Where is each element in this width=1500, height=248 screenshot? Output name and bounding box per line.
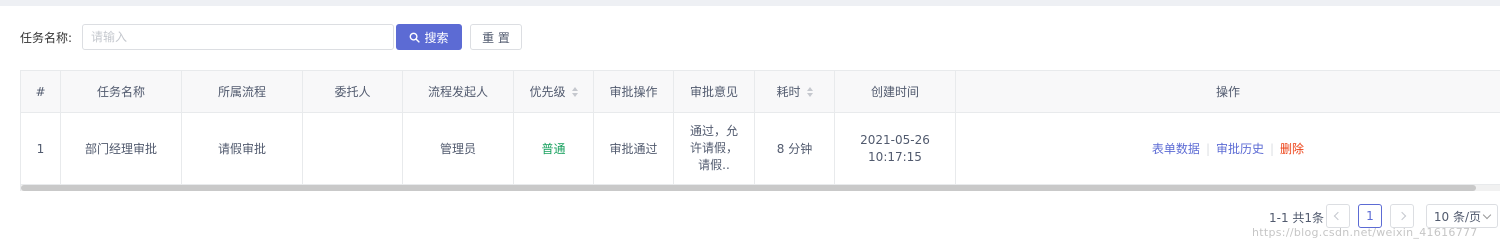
chevron-right-icon (1397, 211, 1407, 221)
search-icon (410, 32, 421, 43)
column-header-process: 所属流程 (182, 71, 303, 113)
cell-priority: 普通 (514, 113, 594, 185)
approval-history-link[interactable]: 审批历史 (1216, 140, 1264, 157)
horizontal-scrollbar[interactable] (21, 185, 1500, 191)
cell-initiator: 管理员 (403, 113, 514, 185)
column-header-actions: 操作 (956, 71, 1500, 113)
column-header-created-time: 创建时间 (835, 71, 956, 113)
action-divider: | (1270, 141, 1275, 156)
column-header-index: # (21, 71, 61, 113)
column-header-task-name: 任务名称 (61, 71, 182, 113)
prev-page-button[interactable] (1326, 204, 1350, 228)
chevron-down-icon (1482, 210, 1492, 219)
task-name-search-input[interactable] (82, 24, 394, 50)
task-table: # 任务名称 所属流程 委托人 流程发起人 优先级 审批操作 审批意见 耗时 创… (20, 70, 1500, 191)
cell-process: 请假审批 (182, 113, 303, 185)
search-bar: 任务名称: 搜索 重 置 (20, 24, 522, 50)
cell-actions: 表单数据 | 审批历史 | 删除 (956, 113, 1500, 185)
watermark: https://blog.csdn.net/weixin_41616777 (1252, 226, 1478, 239)
priority-badge: 普通 (541, 142, 566, 156)
chevron-left-icon (1333, 211, 1343, 221)
cell-approval-action: 审批通过 (594, 113, 674, 185)
column-header-duration[interactable]: 耗时 (755, 71, 835, 113)
delete-link[interactable]: 删除 (1280, 140, 1304, 157)
page-size-value: 10 条/页 (1433, 209, 1482, 224)
table-header-row: # 任务名称 所属流程 委托人 流程发起人 优先级 审批操作 审批意见 耗时 创… (21, 71, 1500, 113)
reset-button-label: 重 置 (482, 30, 510, 45)
cell-task-name: 部门经理审批 (61, 113, 182, 185)
cell-delegate (303, 113, 403, 185)
top-strip (0, 0, 1500, 6)
page-number-current[interactable]: 1 (1358, 204, 1382, 228)
cell-approval-opinion: 通过，允 许请假， 请假.. (674, 113, 755, 185)
next-page-button[interactable] (1390, 204, 1414, 228)
search-label: 任务名称: (20, 30, 73, 45)
page-size-select[interactable]: 10 条/页 (1426, 204, 1498, 228)
form-data-link[interactable]: 表单数据 (1152, 140, 1200, 157)
table-row: 1 部门经理审批 请假审批 管理员 普通 审批通过 通过，允 许请假， 请假..… (21, 113, 1500, 185)
pagination-total: 1-1 共1条 (1269, 211, 1325, 225)
column-header-delegate: 委托人 (303, 71, 403, 113)
column-header-initiator: 流程发起人 (403, 71, 514, 113)
cell-created-time: 2021-05-26 10:17:15 (835, 113, 956, 185)
sort-icon[interactable] (806, 86, 813, 98)
cell-index: 1 (21, 113, 61, 185)
scrollbar-thumb[interactable] (21, 185, 1476, 191)
column-header-approval-action: 审批操作 (594, 71, 674, 113)
search-button[interactable]: 搜索 (396, 24, 462, 50)
column-header-priority[interactable]: 优先级 (514, 71, 594, 113)
search-button-label: 搜索 (424, 30, 449, 45)
sort-icon[interactable] (571, 86, 578, 98)
reset-button[interactable]: 重 置 (470, 24, 522, 50)
action-divider: | (1205, 141, 1210, 156)
cell-duration: 8 分钟 (755, 113, 835, 185)
approval-opinion-text: 通过，允 许请假， 请假.. (689, 124, 738, 172)
column-header-approval-opinion: 审批意见 (674, 71, 755, 113)
